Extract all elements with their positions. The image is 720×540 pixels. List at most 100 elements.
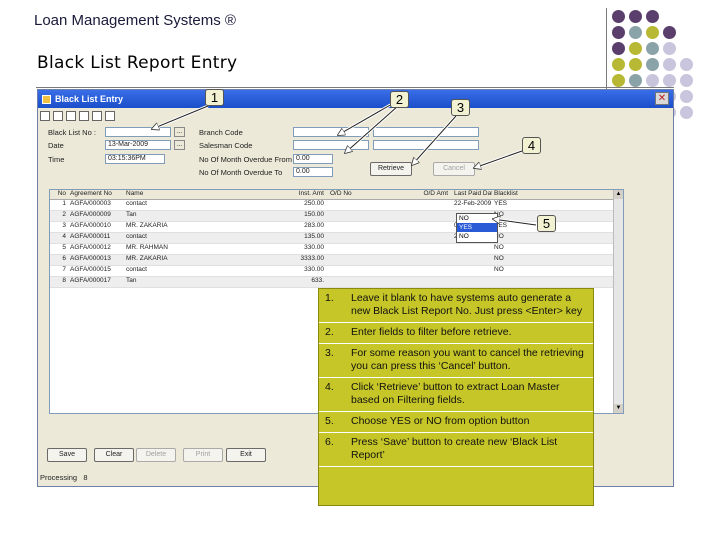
table-row[interactable]: 5 AGFA/000012 MR. RAHMAN 330.00 NO <box>50 244 623 255</box>
cancel-button[interactable]: Cancel <box>433 162 475 176</box>
table-cell <box>452 277 492 287</box>
dropdown-option[interactable]: YES <box>457 223 497 232</box>
table-row[interactable]: 7 AGFA/000015 contact 330.00 NO <box>50 266 623 277</box>
table-cell <box>452 244 492 254</box>
instruction-text: Press ‘Save’ button to create new ‘Black… <box>347 432 593 467</box>
toolbar <box>40 111 115 123</box>
table-cell: contact <box>126 200 147 207</box>
instruction-text: Choose YES or NO from option button <box>347 411 593 433</box>
time-field[interactable]: 03:15:36PM <box>105 154 165 164</box>
table-cell <box>372 266 452 276</box>
table-cell: AGFA/000011 <box>70 233 111 240</box>
table-cell: 5 <box>62 244 66 251</box>
dropdown-option[interactable]: NO <box>457 232 497 241</box>
black-list-no-lookup-button[interactable]: ... <box>174 127 185 137</box>
delete-button[interactable]: Delete <box>136 448 176 462</box>
table-cell: AGFA/000017 <box>70 277 111 284</box>
new-icon[interactable] <box>40 111 50 121</box>
table-cell <box>372 233 452 243</box>
instruction-number: 4. <box>319 377 347 412</box>
month-overdue-to-field[interactable]: 0.00 <box>293 167 333 177</box>
callout-badge-4: 4 <box>522 137 541 154</box>
decorative-dot <box>646 26 659 39</box>
table-cell: AGFA/000003 <box>70 200 111 207</box>
table-cell[interactable]: NO <box>492 266 504 276</box>
decorative-dot <box>612 42 625 55</box>
branch-code-field[interactable] <box>293 127 369 137</box>
grid-column-header[interactable]: Agreement No <box>68 190 124 199</box>
save-icon[interactable] <box>66 111 76 121</box>
scroll-up-icon[interactable]: ▲ <box>614 190 623 199</box>
decorative-dot <box>646 58 659 71</box>
time-label: Time <box>48 155 65 164</box>
instruction-text: Click ‘Retrieve’ button to extract Loan … <box>347 377 593 412</box>
black-list-no-field[interactable] <box>105 127 171 137</box>
table-cell: 1 <box>62 200 66 207</box>
table-cell: 8 <box>62 277 66 284</box>
decorative-dot <box>680 106 693 119</box>
open-icon[interactable] <box>53 111 63 121</box>
month-overdue-from-label: No Of Month Overdue From <box>199 155 292 164</box>
print-icon[interactable] <box>79 111 89 121</box>
black-list-no-label: Black List No : <box>48 128 96 137</box>
table-cell: 633. <box>311 277 324 284</box>
decorative-dot <box>612 74 625 87</box>
status-label: Processing <box>40 473 78 482</box>
decorative-dot <box>629 74 642 87</box>
table-cell: 250.00 <box>304 200 324 207</box>
table-cell <box>452 255 492 265</box>
month-overdue-from-field[interactable]: 0.00 <box>293 154 333 164</box>
table-row[interactable]: 1 AGFA/000003 contact 250.00 22-Feb-2009 YES <box>50 200 623 211</box>
decorative-dot <box>663 26 676 39</box>
dropdown-option[interactable]: NO <box>457 214 497 223</box>
table-row[interactable]: 4AGFA/000011contact135.0026-Feb-2009NO <box>50 233 623 244</box>
retrieve-button[interactable]: Retrieve <box>370 162 412 176</box>
table-cell[interactable]: NO <box>492 255 504 265</box>
grid-column-header[interactable]: Blacklist <box>492 190 518 199</box>
table-cell[interactable] <box>492 277 494 287</box>
salesman-code-label: Salesman Code <box>199 141 253 150</box>
grid-column-header[interactable]: No <box>50 190 68 199</box>
table-cell: MR. RAHMAN <box>126 244 168 251</box>
grid-column-header[interactable]: O/D Amt <box>372 190 452 199</box>
save-button[interactable]: Save <box>47 448 87 462</box>
table-row[interactable]: 8 AGFA/000017 Tan 633. <box>50 277 623 288</box>
blacklist-dropdown-list[interactable]: NO YES NO <box>456 213 498 243</box>
find-icon[interactable] <box>92 111 102 121</box>
instruction-row: 4. Click ‘Retrieve’ button to extract Loa… <box>319 377 593 412</box>
scroll-down-icon[interactable]: ▼ <box>614 404 623 413</box>
window-titlebar: Black List Entry <box>38 90 673 108</box>
slide-title: Loan Management Systems ® <box>34 12 236 29</box>
date-lookup-button[interactable]: ... <box>174 140 185 150</box>
grid-vertical-scrollbar[interactable]: ▲ ▼ <box>613 190 623 413</box>
print-button[interactable]: Print <box>183 448 223 462</box>
clear-button[interactable]: Clear <box>94 448 134 462</box>
instruction-number: 5. <box>319 411 347 433</box>
table-cell <box>372 200 452 210</box>
status-bar: Processing 8 <box>40 473 88 482</box>
table-cell: 150.00 <box>304 211 324 218</box>
help-icon[interactable] <box>105 111 115 121</box>
table-row[interactable]: 6 AGFA/000013 MR. ZAKARIA 3333.00 NO <box>50 255 623 266</box>
table-cell <box>326 266 372 276</box>
table-cell[interactable]: YES <box>492 200 507 210</box>
branch-code-label: Branch Code <box>199 128 243 137</box>
exit-button[interactable]: Exit <box>226 448 266 462</box>
grid-column-header[interactable]: Last Paid Date <box>452 190 492 199</box>
table-cell <box>326 244 372 254</box>
grid-column-header[interactable]: Name <box>124 190 294 199</box>
decorative-dot <box>680 90 693 103</box>
decorative-dot <box>646 74 659 87</box>
divider-horizontal <box>36 87 674 88</box>
table-cell <box>452 266 492 276</box>
decorative-dot <box>680 74 693 87</box>
decorative-dot <box>663 58 676 71</box>
table-cell[interactable]: NO <box>492 244 504 254</box>
decorative-dot <box>612 58 625 71</box>
salesman-code-field[interactable] <box>293 140 369 150</box>
date-field[interactable]: 13-Mar-2009 <box>105 140 171 150</box>
close-icon[interactable]: ✕ <box>655 92 669 105</box>
grid-column-header[interactable]: O/D No <box>326 190 372 199</box>
instruction-row: 5. Choose YES or NO from option button <box>319 411 593 433</box>
grid-column-header[interactable]: Inst. Amt <box>294 190 326 199</box>
